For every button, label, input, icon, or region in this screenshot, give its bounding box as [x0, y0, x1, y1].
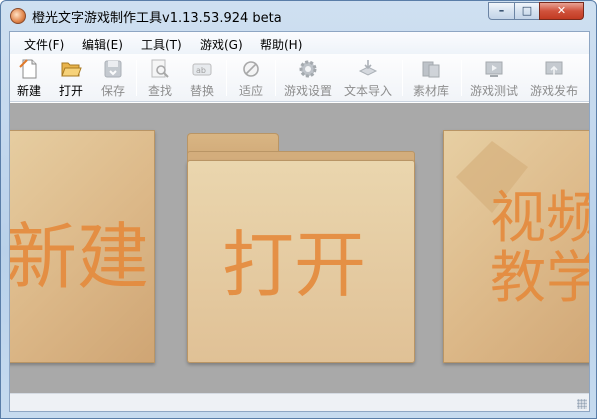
video-card-text-line2: 教学 [490, 246, 589, 311]
toolbar-separator [275, 60, 276, 96]
new-project-card[interactable]: 新建 [10, 130, 155, 363]
menu-help[interactable]: 帮助(H) [260, 36, 302, 53]
tool-game-settings-button[interactable]: 游戏设置 [281, 56, 335, 100]
video-tutorial-card[interactable]: 视频 教学 [443, 130, 589, 363]
tool-label: 素材库 [412, 84, 449, 98]
client-area: 文件(F) 编辑(E) 工具(T) 游戏(G) 帮助(H) 新建 打开 保存 查… [9, 31, 590, 412]
save-icon [104, 60, 122, 78]
svg-text:ab: ab [196, 66, 206, 75]
tool-save-button[interactable]: 保存 [96, 56, 130, 100]
find-icon [151, 59, 169, 78]
tool-label: 游戏设置 [283, 84, 332, 98]
app-window: 橙光文字游戏制作工具v1.13.53.924 beta – □ ✕ 文件(F) … [0, 0, 597, 419]
new-card-text: 新建 [10, 215, 150, 299]
gear-icon [299, 60, 317, 78]
publish-icon [545, 61, 563, 75]
resize-grip-icon[interactable] [577, 399, 587, 409]
replace-icon: ab [192, 63, 212, 76]
tool-label: 新建 [16, 84, 41, 98]
tool-label: 保存 [100, 84, 125, 98]
tool-label: 打开 [58, 84, 83, 98]
fit-icon [243, 61, 259, 77]
tool-label: 查找 [147, 84, 172, 98]
open-project-card[interactable]: 打开 [187, 160, 415, 363]
window-title: 橙光文字游戏制作工具v1.13.53.924 beta [32, 11, 282, 26]
tool-label: 文本导入 [343, 84, 392, 98]
close-button[interactable]: ✕ [539, 2, 584, 20]
toolbar-separator [461, 60, 462, 96]
tool-text-import-button[interactable]: 文本导入 [341, 56, 395, 100]
app-logo-icon [10, 8, 26, 24]
video-card-text-line1: 视频 [490, 186, 589, 251]
tool-open-button[interactable]: 打开 [54, 56, 88, 100]
toolbar: 新建 打开 保存 查找 ab 替换 适应 游戏设置 文本导入 素材库 游戏测试 … [10, 54, 589, 102]
tool-new-button[interactable]: 新建 [12, 56, 46, 100]
tool-label: 游戏测试 [469, 84, 518, 98]
toolbar-separator [136, 60, 137, 96]
menu-tools[interactable]: 工具(T) [141, 36, 182, 53]
tool-label: 替换 [189, 84, 214, 98]
text-import-icon [358, 60, 378, 76]
minimize-button[interactable]: – [488, 2, 515, 20]
tool-game-publish-button[interactable]: 游戏发布 [527, 56, 581, 100]
menu-bar: 文件(F) 编辑(E) 工具(T) 游戏(G) 帮助(H) [10, 32, 589, 54]
menu-edit[interactable]: 编辑(E) [82, 36, 123, 53]
status-strip [10, 393, 589, 411]
folder-open-icon [61, 62, 82, 77]
tool-find-button[interactable]: 查找 [143, 56, 177, 100]
tool-fit-button[interactable]: 适应 [234, 56, 268, 100]
toolbar-separator [226, 60, 227, 96]
start-workspace: 新建 打开 视频 教学 [10, 103, 589, 393]
tool-label: 游戏发布 [529, 84, 578, 98]
tool-game-test-button[interactable]: 游戏测试 [467, 56, 521, 100]
test-icon [485, 61, 503, 77]
new-file-icon [19, 59, 37, 79]
library-icon [422, 61, 440, 78]
title-bar[interactable]: 橙光文字游戏制作工具v1.13.53.924 beta – □ ✕ [1, 1, 596, 31]
tool-replace-button[interactable]: ab 替换 [185, 56, 219, 100]
tool-library-button[interactable]: 素材库 [409, 56, 453, 100]
open-card-text: 打开 [222, 223, 367, 307]
menu-game[interactable]: 游戏(G) [200, 36, 243, 53]
maximize-button[interactable]: □ [514, 2, 540, 20]
menu-file[interactable]: 文件(F) [24, 36, 64, 53]
toolbar-separator [402, 60, 403, 96]
tool-label: 适应 [238, 84, 263, 98]
